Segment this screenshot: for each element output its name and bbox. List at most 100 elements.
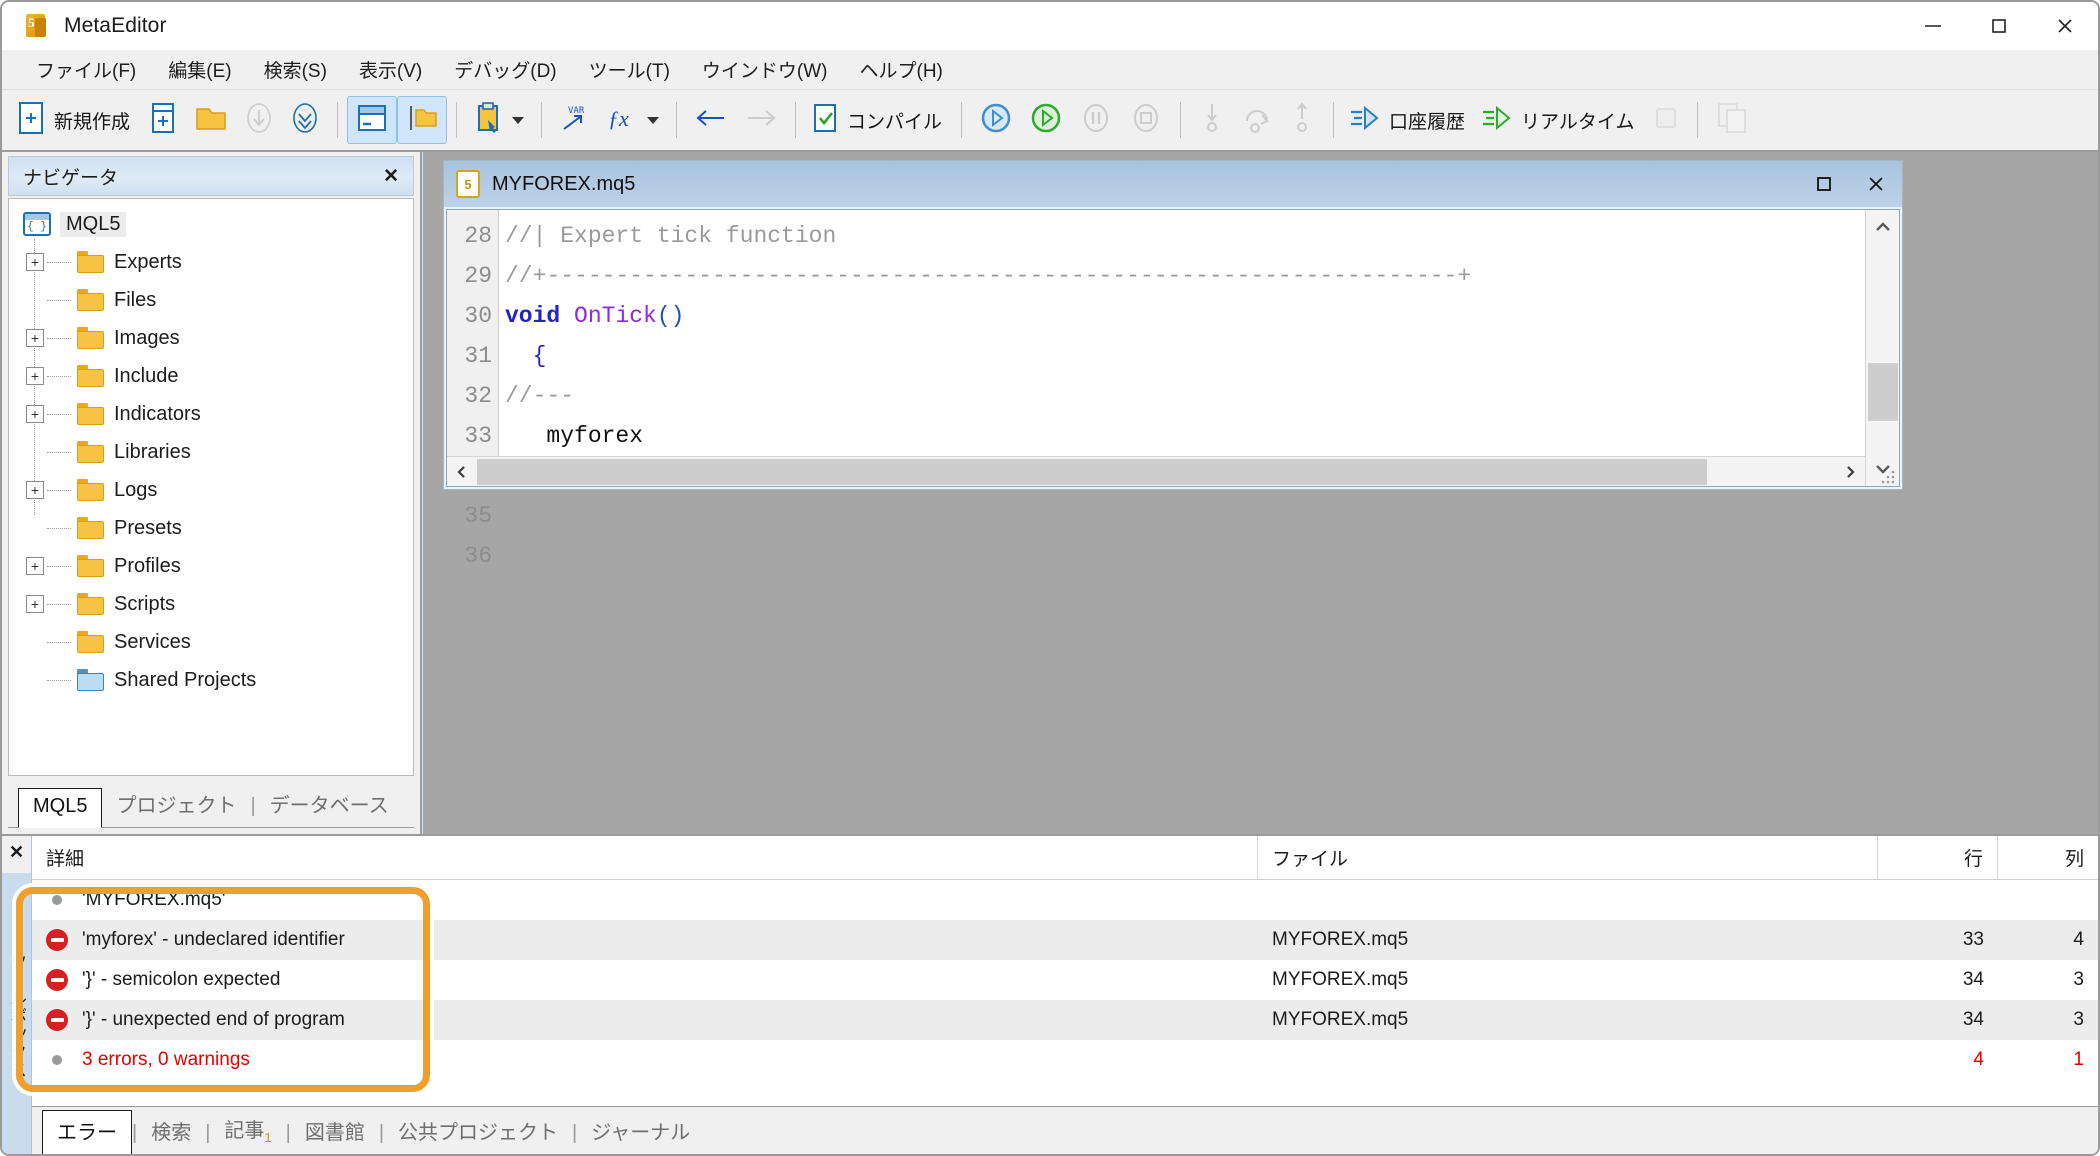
stop-agent-button[interactable] <box>1644 96 1688 144</box>
expand-icon[interactable]: + <box>23 557 47 575</box>
copy-button[interactable] <box>1707 96 1757 144</box>
menu-tools[interactable]: ツール(T) <box>573 50 686 89</box>
tree-item-services[interactable]: Services <box>9 623 413 661</box>
new-project-button[interactable] <box>140 96 186 144</box>
expand-icon[interactable]: + <box>23 595 47 613</box>
column-header-detail[interactable]: 詳細 <box>32 835 1258 880</box>
menu-view[interactable]: 表示(V) <box>343 50 438 89</box>
toolbox-tab-articles-badge: 1 <box>264 1130 272 1145</box>
expand-icon[interactable]: + <box>23 481 47 499</box>
code-text-area[interactable]: //| Expert tick function //+------------… <box>499 210 1899 486</box>
tree-item-shared-projects[interactable]: Shared Projects <box>9 661 413 699</box>
scroll-track[interactable] <box>1866 244 1900 452</box>
code-line: { <box>505 343 547 369</box>
toolbox-tab-search[interactable]: 検索 <box>137 1111 205 1154</box>
menu-file[interactable]: ファイル(F) <box>20 50 152 89</box>
code-window-close-button[interactable] <box>1850 161 1902 207</box>
tree-item-label: Libraries <box>114 440 191 463</box>
navigate-forward-button[interactable] <box>736 96 786 144</box>
toolbox-tab-public-projects[interactable]: 公共プロジェクト <box>384 1111 572 1154</box>
tree-item-files[interactable]: Files <box>9 281 413 319</box>
code-window-titlebar[interactable]: 5 MYFOREX.mq5 <box>444 161 1902 207</box>
new-file-button[interactable]: 新規作成 <box>10 96 140 144</box>
table-row[interactable]: 'MYFOREX.mq5' <box>32 880 2098 920</box>
expand-icon[interactable]: + <box>23 329 47 347</box>
scroll-right-icon[interactable] <box>1835 457 1865 487</box>
menu-help[interactable]: ヘルプ(H) <box>844 50 959 89</box>
navigate-back-button[interactable] <box>686 96 736 144</box>
line-number: 29 <box>464 263 492 289</box>
code-window-maximize-button[interactable] <box>1798 161 1850 207</box>
expand-icon[interactable]: + <box>23 405 47 423</box>
navigator-tree[interactable]: { } MQL5 + Experts Files + Images + Incl… <box>8 198 414 776</box>
menu-debug[interactable]: デバッグ(D) <box>438 50 572 89</box>
scroll-thumb[interactable] <box>1867 362 1898 421</box>
toolbox-close-icon[interactable]: ✕ <box>2 836 31 873</box>
menu-search[interactable]: 検索(S) <box>248 50 343 89</box>
debug-restart-button[interactable] <box>971 96 1021 144</box>
debug-stop-button[interactable] <box>1121 96 1171 144</box>
expand-icon[interactable]: + <box>23 253 47 271</box>
debug-start-button[interactable] <box>1021 96 1071 144</box>
mq5-file-icon: 5 <box>456 170 480 198</box>
table-row[interactable]: '}' - semicolon expected MYFOREX.mq5 34 … <box>32 960 2098 1000</box>
toolbox-tab-journal[interactable]: ジャーナル <box>577 1111 704 1154</box>
expand-icon[interactable]: + <box>23 367 47 385</box>
save-button[interactable] <box>236 96 282 144</box>
tree-item-include[interactable]: + Include <box>9 357 413 395</box>
minimize-button[interactable] <box>1900 2 1966 50</box>
toolbox-tab-articles[interactable]: 記事1 <box>210 1109 285 1154</box>
tree-item-logs[interactable]: + Logs <box>9 471 413 509</box>
debug-pause-button[interactable] <box>1071 96 1121 144</box>
toolbox-tab-library[interactable]: 図書館 <box>291 1111 379 1154</box>
navigator-close-icon[interactable]: ✕ <box>377 165 405 188</box>
functions-button[interactable]: ƒx <box>597 96 667 144</box>
chevron-down-icon[interactable] <box>647 116 660 124</box>
tree-item-mql5[interactable]: { } MQL5 <box>9 205 413 243</box>
tree-item-scripts[interactable]: + Scripts <box>9 585 413 623</box>
step-over-button[interactable] <box>1234 96 1280 144</box>
column-header-line[interactable]: 行 <box>1878 835 1998 880</box>
tree-item-indicators[interactable]: + Indicators <box>9 395 413 433</box>
close-button[interactable] <box>2032 2 2098 50</box>
editor-vertical-scrollbar[interactable] <box>1865 210 1899 486</box>
open-file-button[interactable] <box>186 96 236 144</box>
compile-button[interactable]: コンパイル <box>805 96 952 144</box>
nav-tab-projects[interactable]: プロジェクト <box>102 783 250 827</box>
clipboard-button[interactable] <box>466 96 532 144</box>
nav-tab-database[interactable]: データベース <box>256 783 403 827</box>
tree-item-libraries[interactable]: Libraries <box>9 433 413 471</box>
toggle-navigator-button[interactable] <box>397 96 448 144</box>
table-row-summary[interactable]: 3 errors, 0 warnings 4 1 <box>32 1040 2098 1080</box>
toggle-toolbox-button[interactable] <box>347 96 398 144</box>
table-row[interactable]: '}' - unexpected end of program MYFOREX.… <box>32 1000 2098 1040</box>
step-out-button[interactable] <box>1280 96 1324 144</box>
scroll-thumb-horizontal[interactable] <box>477 458 1707 485</box>
scroll-left-icon[interactable] <box>447 457 477 487</box>
account-history-button[interactable]: 口座履歴 <box>1343 96 1475 144</box>
table-row[interactable]: 'myforex' - undeclared identifier MYFORE… <box>32 920 2098 960</box>
menu-edit[interactable]: 編集(E) <box>152 50 247 89</box>
cell-line: 33 <box>1962 929 1984 950</box>
menu-window[interactable]: ウインドウ(W) <box>686 50 844 89</box>
resize-grip-icon[interactable] <box>1881 468 1897 484</box>
save-all-button[interactable] <box>282 96 328 144</box>
column-header-file[interactable]: ファイル <box>1258 835 1878 880</box>
nav-tab-mql5[interactable]: MQL5 <box>18 788 103 828</box>
tree-item-images[interactable]: + Images <box>9 319 413 357</box>
tree-item-presets[interactable]: Presets <box>9 509 413 547</box>
column-header-column[interactable]: 列 <box>1998 836 2098 880</box>
chevron-down-icon[interactable] <box>512 116 525 124</box>
tree-item-experts[interactable]: + Experts <box>9 243 413 281</box>
toolbox-tab-errors[interactable]: エラー <box>42 1110 132 1154</box>
toolbar-separator <box>541 102 543 138</box>
line-number: 33 <box>464 423 492 449</box>
realtime-button[interactable]: リアルタイム <box>1475 96 1644 144</box>
variables-button[interactable]: VAR <box>551 96 597 144</box>
title-bar: 5 MetaEditor <box>2 2 2098 50</box>
maximize-button[interactable] <box>1966 2 2032 50</box>
editor-horizontal-scrollbar[interactable] <box>447 456 1865 486</box>
tree-item-profiles[interactable]: + Profiles <box>9 547 413 585</box>
step-into-button[interactable] <box>1190 96 1234 144</box>
scroll-up-icon[interactable] <box>1866 210 1900 244</box>
